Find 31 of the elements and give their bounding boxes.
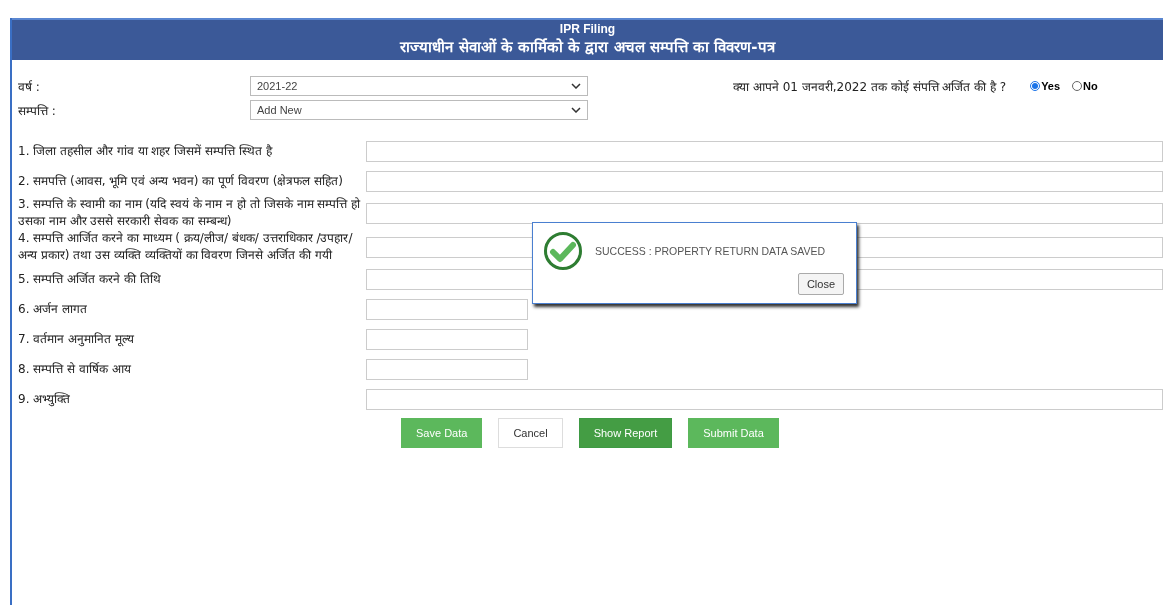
question-text: क्या आपने 01 जनवरी,2022 तक कोई संपत्ति अर्जित की है ? — [733, 78, 1007, 95]
radio-option[interactable]: No — [1072, 80, 1098, 92]
field-label: 8. सम्पत्ति से वार्षिक आय — [18, 360, 132, 378]
field-label: 3. सम्पत्ति के स्वामी का नाम (यदि स्वयं के नाम न हो तो जिसके नाम सम्पत्ति हो उसका नाम और उससे सरकारी सेवक का सम्बन्ध) — [18, 196, 362, 230]
chevron-down-icon — [571, 83, 581, 89]
input-field[interactable] — [366, 358, 528, 380]
field-label: वर्ष : — [18, 78, 41, 95]
select-field[interactable]: Add New — [250, 100, 588, 120]
header-subtitle: राज्याधीन सेवाओं के कार्मिको के द्वारा अचल सम्पत्ति का विवरण-पत्र — [400, 37, 775, 56]
input-field[interactable] — [366, 328, 528, 350]
input-field[interactable] — [366, 388, 1163, 410]
radio-option[interactable]: Yes — [1030, 80, 1061, 92]
input-field[interactable] — [366, 140, 1163, 162]
input-field[interactable] — [366, 202, 1163, 224]
select-field[interactable]: 2021-22 — [250, 76, 588, 96]
field-label: 5. सम्पत्ति अर्जित करने की तिथि — [18, 270, 162, 288]
close-button[interactable]: Close — [797, 273, 844, 295]
input-field[interactable] — [366, 170, 1163, 192]
field-label: 2. समपत्ति (आवस, भूमि एवं अन्य भवन) का पूर्ण विवरण (क्षेत्रफल सहित) — [18, 172, 344, 190]
field-label: 9. अभ्युक्ति — [18, 390, 72, 408]
header-title: IPR Filing — [559, 22, 616, 36]
field-label: 4. सम्पत्ति आर्जित करने का माध्यम ( क्रय/लीज/ बंधक/ उत्तराधिकार /उपहार/ अन्य प्रकार) तथा उस व्यक्ति व्यक्तियों का विवरण जिनसे अर्जित की गयी — [18, 230, 354, 264]
success-message: SUCCESS : PROPERTY RETURN DATA SAVED — [595, 245, 826, 257]
field-label: सम्पत्ति : — [18, 102, 57, 119]
field-label: 1. जिला तहसील और गांव या शहर जिसमें सम्पत्ति स्थित है — [18, 142, 274, 160]
input-field[interactable] — [366, 298, 528, 320]
field-label: 6. अर्जन लागत — [18, 300, 89, 318]
field-label: 7. वर्तमान अनुमानित मूल्य — [18, 330, 135, 348]
action-button[interactable]: Cancel — [498, 418, 563, 448]
check-circle-icon — [543, 231, 583, 271]
chevron-down-icon — [571, 107, 581, 113]
